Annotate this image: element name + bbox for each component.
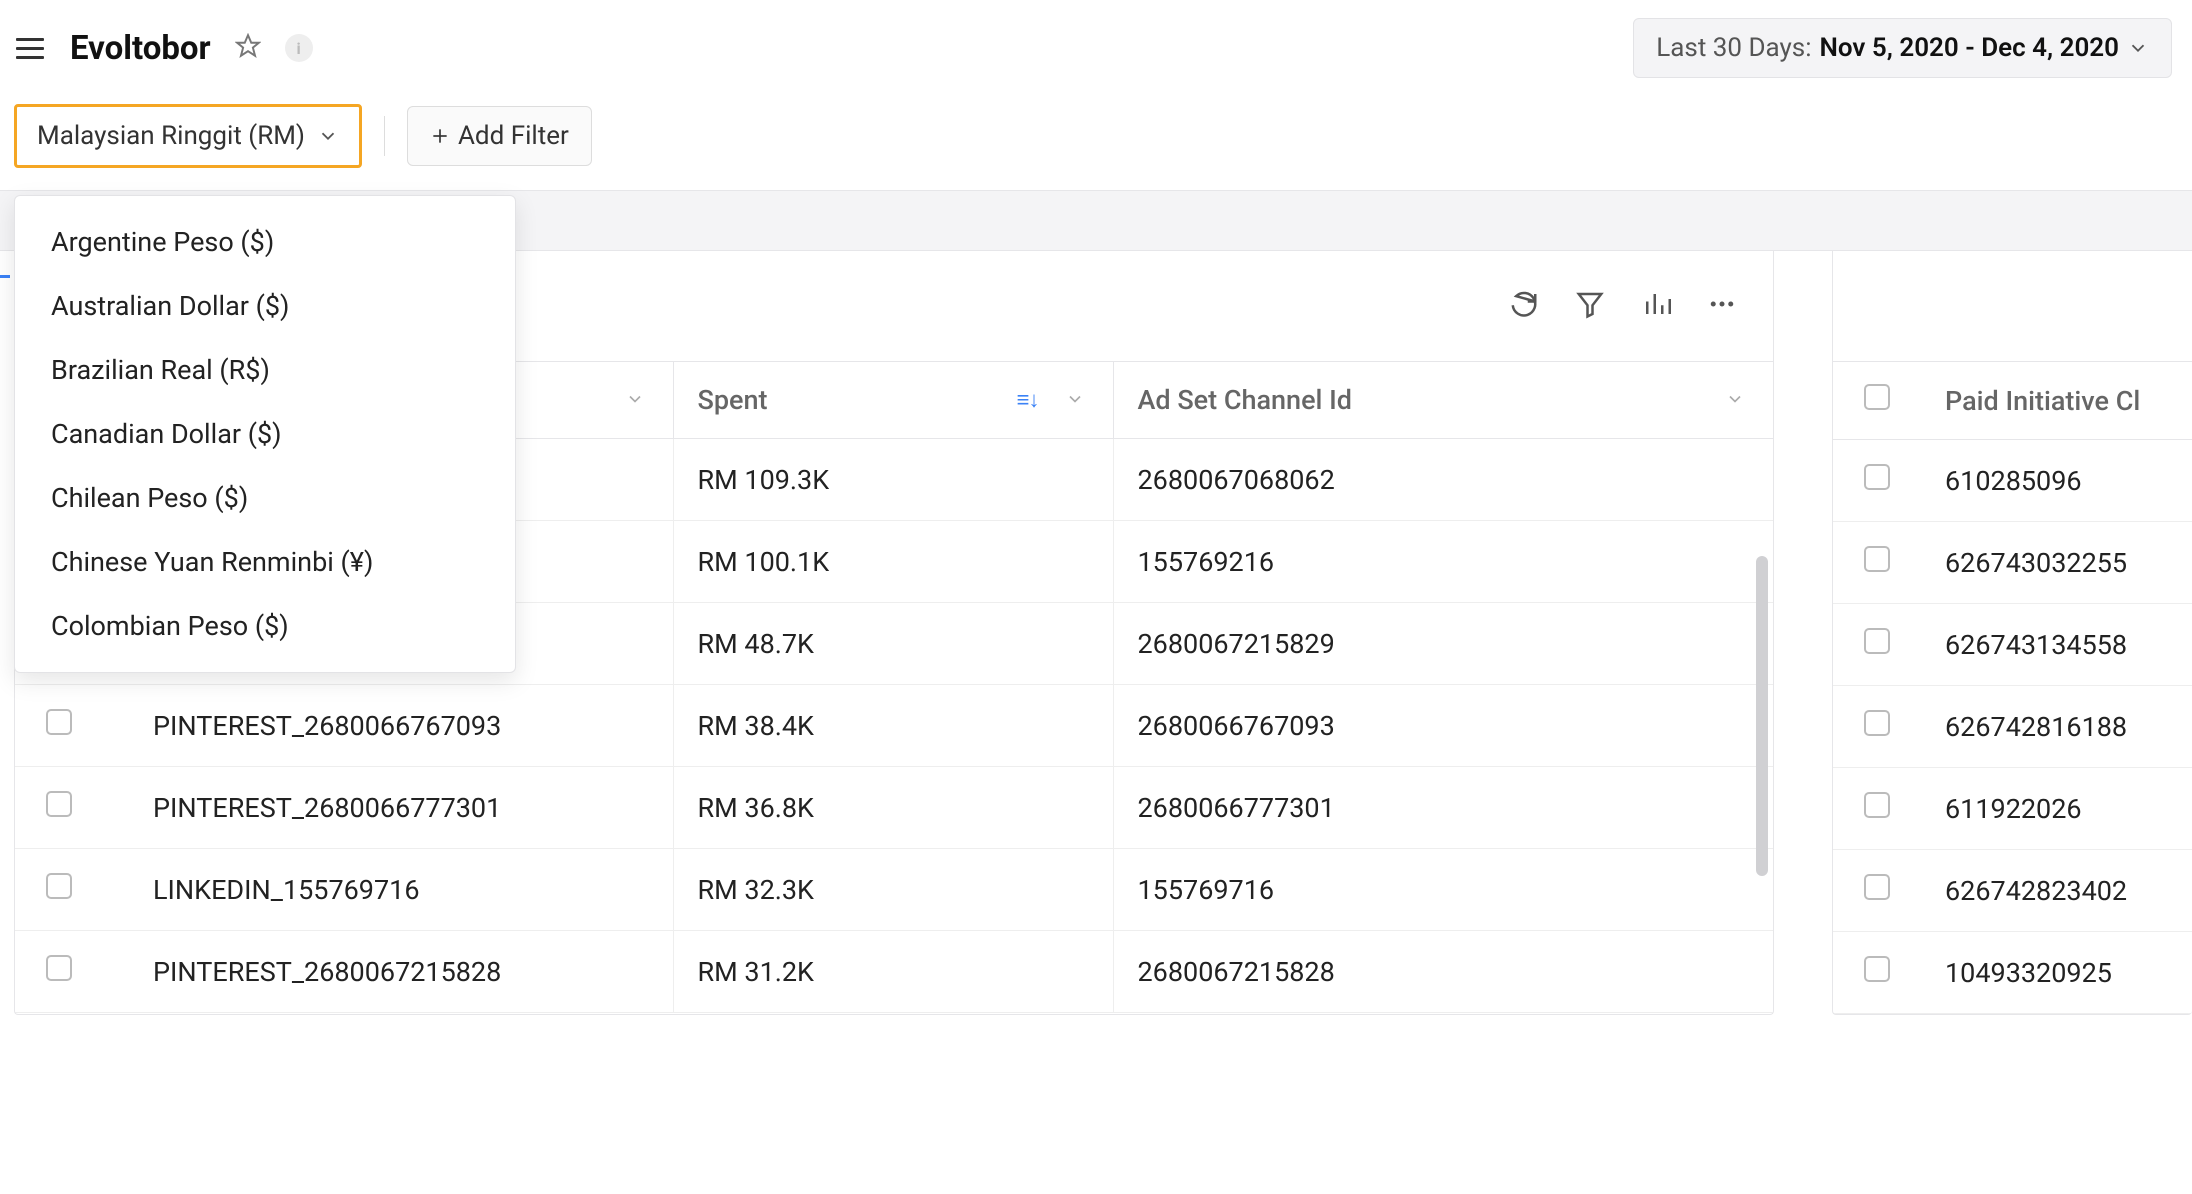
currency-option[interactable]: Colombian Peso ($)	[15, 594, 515, 658]
currency-option[interactable]: Brazilian Real (R$)	[15, 338, 515, 402]
header: Evoltobor i Last 30 Days: Nov 5, 2020 - …	[0, 0, 2192, 92]
checkbox[interactable]	[1864, 710, 1890, 736]
date-range-value: Nov 5, 2020 - Dec 4, 2020	[1820, 33, 2119, 63]
table-right: Paid Initiative Cl 610285096626743032255…	[1833, 361, 2192, 1014]
cell-paid-initiative: 610285096	[1921, 440, 2192, 522]
cell-paid-initiative: 626743134558	[1921, 604, 2192, 686]
currency-option[interactable]: Chinese Yuan Renminbi (¥)	[15, 530, 515, 594]
cell-name: PINTEREST_2680067215828	[103, 931, 673, 1013]
cell-paid-initiative: 626743032255	[1921, 522, 2192, 604]
cell-spent: RM 32.3K	[673, 849, 1113, 931]
chevron-down-icon	[1065, 384, 1085, 416]
checkbox[interactable]	[1864, 384, 1890, 410]
checkbox[interactable]	[1864, 464, 1890, 490]
cell-channel-id: 2680067215829	[1113, 603, 1773, 685]
toolbar-divider	[384, 116, 385, 156]
checkbox[interactable]	[1864, 546, 1890, 572]
column-spent[interactable]: Spent ≡↓	[673, 362, 1113, 439]
chevron-down-icon	[317, 125, 339, 147]
checkbox[interactable]	[46, 955, 72, 981]
table-row[interactable]: PINTEREST_2680067215828RM 31.2K268006721…	[15, 931, 1773, 1013]
cell-spent: RM 48.7K	[673, 603, 1113, 685]
panel-right-header	[1833, 251, 2192, 361]
currency-option[interactable]: Australian Dollar ($)	[15, 274, 515, 338]
cell-channel-id: 155769216	[1113, 521, 1773, 603]
tab-indicator	[0, 275, 10, 278]
star-icon[interactable]	[235, 33, 261, 63]
checkbox[interactable]	[46, 791, 72, 817]
table-row[interactable]: LINKEDIN_155769716RM 32.3K155769716	[15, 849, 1773, 931]
chevron-down-icon	[2127, 37, 2149, 59]
cell-channel-id: 155769716	[1113, 849, 1773, 931]
cell-paid-initiative: 10493320925	[1921, 932, 2192, 1014]
scrollbar-thumb[interactable]	[1756, 556, 1768, 876]
table-row[interactable]: 626742816188	[1833, 686, 2192, 768]
currency-option[interactable]: Chilean Peso ($)	[15, 466, 515, 530]
cell-channel-id: 2680067215828	[1113, 931, 1773, 1013]
column-ad-set-label: Ad Set Channel Id	[1138, 384, 1353, 416]
chevron-down-icon	[1725, 384, 1745, 416]
column-spent-label: Spent	[698, 384, 768, 416]
table-row[interactable]: 626743134558	[1833, 604, 2192, 686]
checkbox[interactable]	[1864, 628, 1890, 654]
hamburger-menu-icon[interactable]	[14, 34, 46, 63]
bar-chart-icon[interactable]	[1641, 289, 1671, 323]
checkbox[interactable]	[1864, 956, 1890, 982]
checkbox[interactable]	[46, 709, 72, 735]
currency-option[interactable]: Canadian Dollar ($)	[15, 402, 515, 466]
table-row[interactable]: PINTEREST_2680066767093RM 38.4K268006676…	[15, 685, 1773, 767]
panel-right: Paid Initiative Cl 610285096626743032255…	[1832, 251, 2192, 1015]
cell-channel-id: 2680066767093	[1113, 685, 1773, 767]
plus-icon	[430, 126, 450, 146]
cell-spent: RM 31.2K	[673, 931, 1113, 1013]
refresh-icon[interactable]	[1509, 289, 1539, 323]
add-filter-label: Add Filter	[458, 121, 569, 151]
cell-spent: RM 38.4K	[673, 685, 1113, 767]
chevron-down-icon	[625, 384, 645, 416]
date-range-prefix: Last 30 Days:	[1656, 33, 1811, 63]
cell-paid-initiative: 611922026	[1921, 768, 2192, 850]
cell-name: LINKEDIN_155769716	[103, 849, 673, 931]
column-checkbox[interactable]	[1833, 362, 1921, 440]
currency-option[interactable]: Argentine Peso ($)	[15, 210, 515, 274]
cell-name: PINTEREST_2680066777301	[103, 767, 673, 849]
column-ad-set-channel-id[interactable]: Ad Set Channel Id	[1113, 362, 1773, 439]
cell-paid-initiative: 626742816188	[1921, 686, 2192, 768]
column-paid-initiative[interactable]: Paid Initiative Cl	[1921, 362, 2192, 440]
cell-spent: RM 100.1K	[673, 521, 1113, 603]
page-title: Evoltobor	[70, 29, 211, 68]
checkbox[interactable]	[1864, 792, 1890, 818]
cell-spent: RM 109.3K	[673, 439, 1113, 521]
table-row[interactable]: 611922026	[1833, 768, 2192, 850]
column-paid-label: Paid Initiative Cl	[1945, 385, 2140, 417]
currency-dropdown: Argentine Peso ($)Australian Dollar ($)B…	[14, 195, 516, 673]
table-row[interactable]: 10493320925	[1833, 932, 2192, 1014]
cell-channel-id: 2680066777301	[1113, 767, 1773, 849]
add-filter-button[interactable]: Add Filter	[407, 106, 592, 166]
cell-name: PINTEREST_2680066767093	[103, 685, 673, 767]
sort-desc-icon: ≡↓	[1017, 387, 1039, 413]
cell-paid-initiative: 626742823402	[1921, 850, 2192, 932]
header-left: Evoltobor i	[14, 29, 313, 68]
date-range-button[interactable]: Last 30 Days: Nov 5, 2020 - Dec 4, 2020	[1633, 18, 2172, 78]
table-row[interactable]: 610285096	[1833, 440, 2192, 522]
info-icon[interactable]: i	[285, 34, 313, 62]
cell-channel-id: 2680067068062	[1113, 439, 1773, 521]
checkbox[interactable]	[1864, 874, 1890, 900]
currency-selected-label: Malaysian Ringgit (RM)	[37, 121, 305, 151]
toolbar: Malaysian Ringgit (RM) Add Filter	[0, 92, 2192, 191]
currency-select-button[interactable]: Malaysian Ringgit (RM)	[14, 104, 362, 168]
table-row[interactable]: PINTEREST_2680066777301RM 36.8K268006677…	[15, 767, 1773, 849]
more-icon[interactable]	[1707, 289, 1737, 323]
checkbox[interactable]	[46, 873, 72, 899]
filter-icon[interactable]	[1575, 289, 1605, 323]
table-row[interactable]: 626743032255	[1833, 522, 2192, 604]
cell-spent: RM 36.8K	[673, 767, 1113, 849]
table-row[interactable]: 626742823402	[1833, 850, 2192, 932]
